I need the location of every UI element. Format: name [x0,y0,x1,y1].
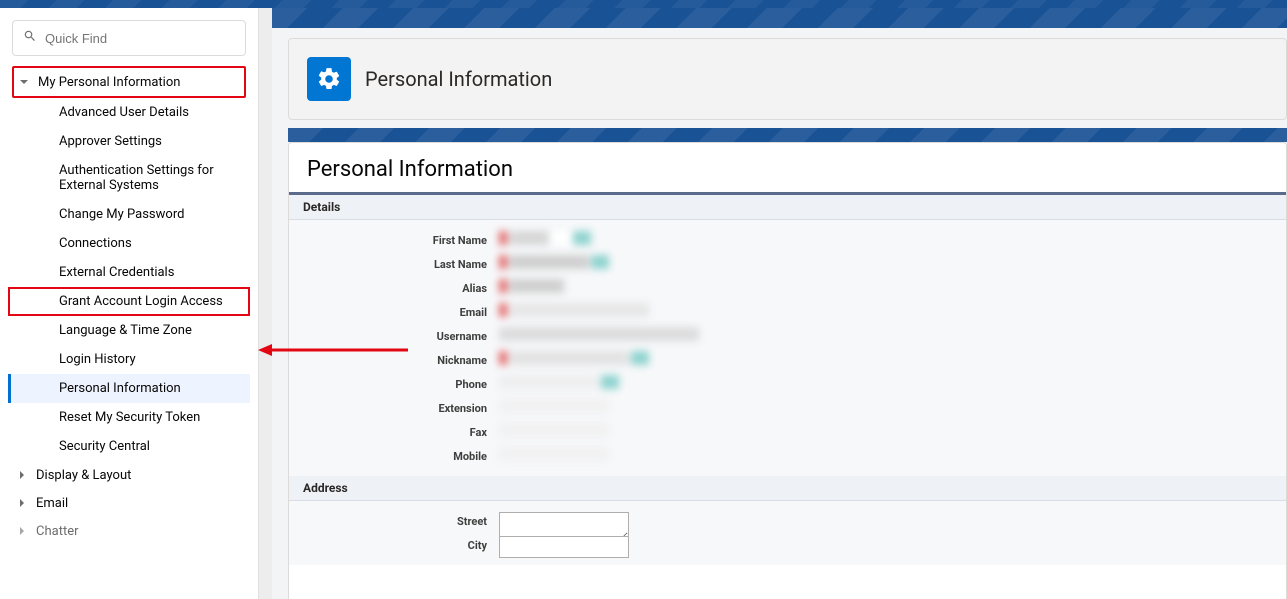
field-label: Extension [289,402,499,415]
field-row-extension: Extension [289,396,1286,420]
chevron-right-icon [14,495,30,511]
page-header: Personal Information [288,38,1287,120]
chevron-right-icon [14,467,30,483]
sidebar-group-label: Email [36,496,68,511]
sidebar-group-items: Advanced User Details Approver Settings … [8,98,250,461]
sidebar-item-language-timezone[interactable]: Language & Time Zone [8,316,250,345]
sidebar-group-highlight: My Personal Information [12,66,246,98]
address-body: Street City [289,501,1286,565]
app-layout: My Personal Information Advanced User De… [0,8,1287,599]
main-content: Personal Information Personal Informatio… [272,8,1287,599]
field-row-first-name: First Name [289,228,1286,252]
sidebar-group-label: Chatter [36,524,79,539]
quick-find-input[interactable] [45,31,235,46]
field-label: City [289,539,499,552]
field-label: Phone [289,378,499,391]
sidebar-group-chatter[interactable]: Chatter [8,517,250,545]
sidebar-item-connections[interactable]: Connections [8,229,250,258]
field-label: Alias [289,282,499,295]
field-value-redacted [499,447,749,465]
sidebar-item-personal-information[interactable]: Personal Information [8,374,250,403]
field-row-fax: Fax [289,420,1286,444]
section-header-details: Details [289,195,1286,220]
field-value [499,512,749,530]
field-value-redacted [499,423,749,441]
field-label: First Name [289,234,499,247]
field-value-redacted [499,327,749,345]
sidebar-item-security-central[interactable]: Security Central [8,432,250,461]
field-row-city: City [289,533,1286,557]
field-value-redacted [499,351,749,369]
page-title: Personal Information [365,67,552,91]
field-row-mobile: Mobile [289,444,1286,468]
decorative-wave-mid [288,128,1287,142]
content-card: Personal Information Details First Name … [288,142,1287,599]
decorative-wave-top [272,8,1287,28]
field-row-alias: Alias [289,276,1286,300]
field-row-nickname: Nickname [289,348,1286,372]
sidebar-group-my-personal-info[interactable]: My Personal Information [14,68,244,96]
field-label: Street [289,515,499,528]
field-value-redacted [499,399,749,417]
section-address: Address Street City [289,476,1286,565]
details-body: First Name Last Name Alias [289,220,1286,476]
field-row-email: Email [289,300,1286,324]
sidebar-group-label: My Personal Information [38,75,180,90]
field-value-redacted [499,303,749,321]
sidebar-group-label: Display & Layout [36,468,131,483]
sidebar-group-email[interactable]: Email [8,489,250,517]
field-label: Username [289,330,499,343]
field-label: Nickname [289,354,499,367]
field-row-phone: Phone [289,372,1286,396]
field-value-redacted [499,231,749,249]
field-label: Last Name [289,258,499,271]
sidebar-group-display-layout[interactable]: Display & Layout [8,461,250,489]
field-row-username: Username [289,324,1286,348]
settings-sidebar: My Personal Information Advanced User De… [0,8,258,599]
field-row-street: Street [289,509,1286,533]
top-banner-strip [0,0,1287,8]
field-value-redacted [499,375,749,393]
field-value-redacted [499,255,749,273]
sidebar-scrollbar[interactable] [258,8,272,599]
sidebar-item-change-password[interactable]: Change My Password [8,200,250,229]
field-label: Fax [289,426,499,439]
chevron-right-icon [14,523,30,539]
sidebar-item-auth-settings-external[interactable]: Authentication Settings for External Sys… [8,156,250,200]
sidebar-item-grant-login-access[interactable]: Grant Account Login Access [8,287,250,316]
field-label: Mobile [289,450,499,463]
field-row-last-name: Last Name [289,252,1286,276]
sidebar-item-reset-security-token[interactable]: Reset My Security Token [8,403,250,432]
field-label: Email [289,306,499,319]
search-icon [23,29,37,47]
city-input[interactable] [499,536,629,558]
sidebar-item-external-credentials[interactable]: External Credentials [8,258,250,287]
gear-icon [307,57,351,101]
sidebar-item-approver-settings[interactable]: Approver Settings [8,127,250,156]
field-value-redacted [499,279,749,297]
sidebar-item-login-history[interactable]: Login History [8,345,250,374]
field-value [499,536,749,554]
quick-find-search[interactable] [12,20,246,56]
chevron-down-icon [16,74,32,90]
content-title: Personal Information [289,157,1286,192]
section-header-address: Address [289,476,1286,501]
section-details: Details First Name Last Name [289,192,1286,476]
sidebar-item-advanced-user-details[interactable]: Advanced User Details [8,98,250,127]
